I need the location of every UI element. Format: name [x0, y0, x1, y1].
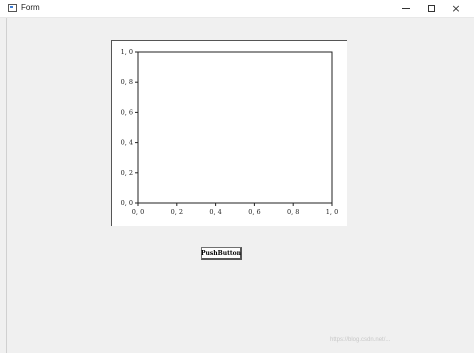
app-icon — [8, 4, 17, 12]
x-tick-label: 1, 0 — [326, 208, 338, 216]
y-tick-label: 0, 6 — [121, 108, 133, 116]
y-tick-label: 0, 8 — [121, 78, 133, 86]
window-frame-line — [6, 18, 7, 353]
form-window: Form × 0, 0 0, 2 0, 4 0, 6 0, 8 1, 0 0, 0 0, 20… — [0, 0, 474, 353]
push-button[interactable]: PushButton — [201, 247, 242, 260]
x-tick-label: 0, 6 — [248, 208, 260, 216]
axes-frame — [137, 51, 333, 204]
minimize-icon — [402, 8, 410, 9]
x-tick-label: 0, 8 — [287, 208, 299, 216]
close-button[interactable]: × — [442, 0, 470, 17]
title-bar[interactable]: Form × — [0, 0, 474, 18]
y-tick-label: 0, 2 — [121, 169, 133, 177]
y-tick-label: 1, 0 — [121, 48, 133, 56]
matplotlib-chart: 0, 0 0, 2 0, 4 0, 6 0, 8 1, 0 0, 0 0, 2 0, 4 0, 6… — [121, 48, 339, 216]
minimize-button[interactable] — [392, 0, 420, 17]
x-tick-label: 0, 2 — [171, 208, 183, 216]
maximize-button[interactable] — [417, 0, 445, 17]
y-tick-label: 0, 0 — [121, 199, 133, 207]
y-tick-label: 0, 4 — [121, 139, 133, 147]
window-title: Form — [21, 3, 40, 12]
close-icon: × — [451, 2, 461, 15]
x-tick-label: 0, 0 — [132, 208, 144, 216]
x-tick-label: 0, 4 — [209, 208, 221, 216]
watermark-text: https://blog.csdn.net/... — [330, 337, 391, 343]
maximize-icon — [427, 5, 435, 12]
